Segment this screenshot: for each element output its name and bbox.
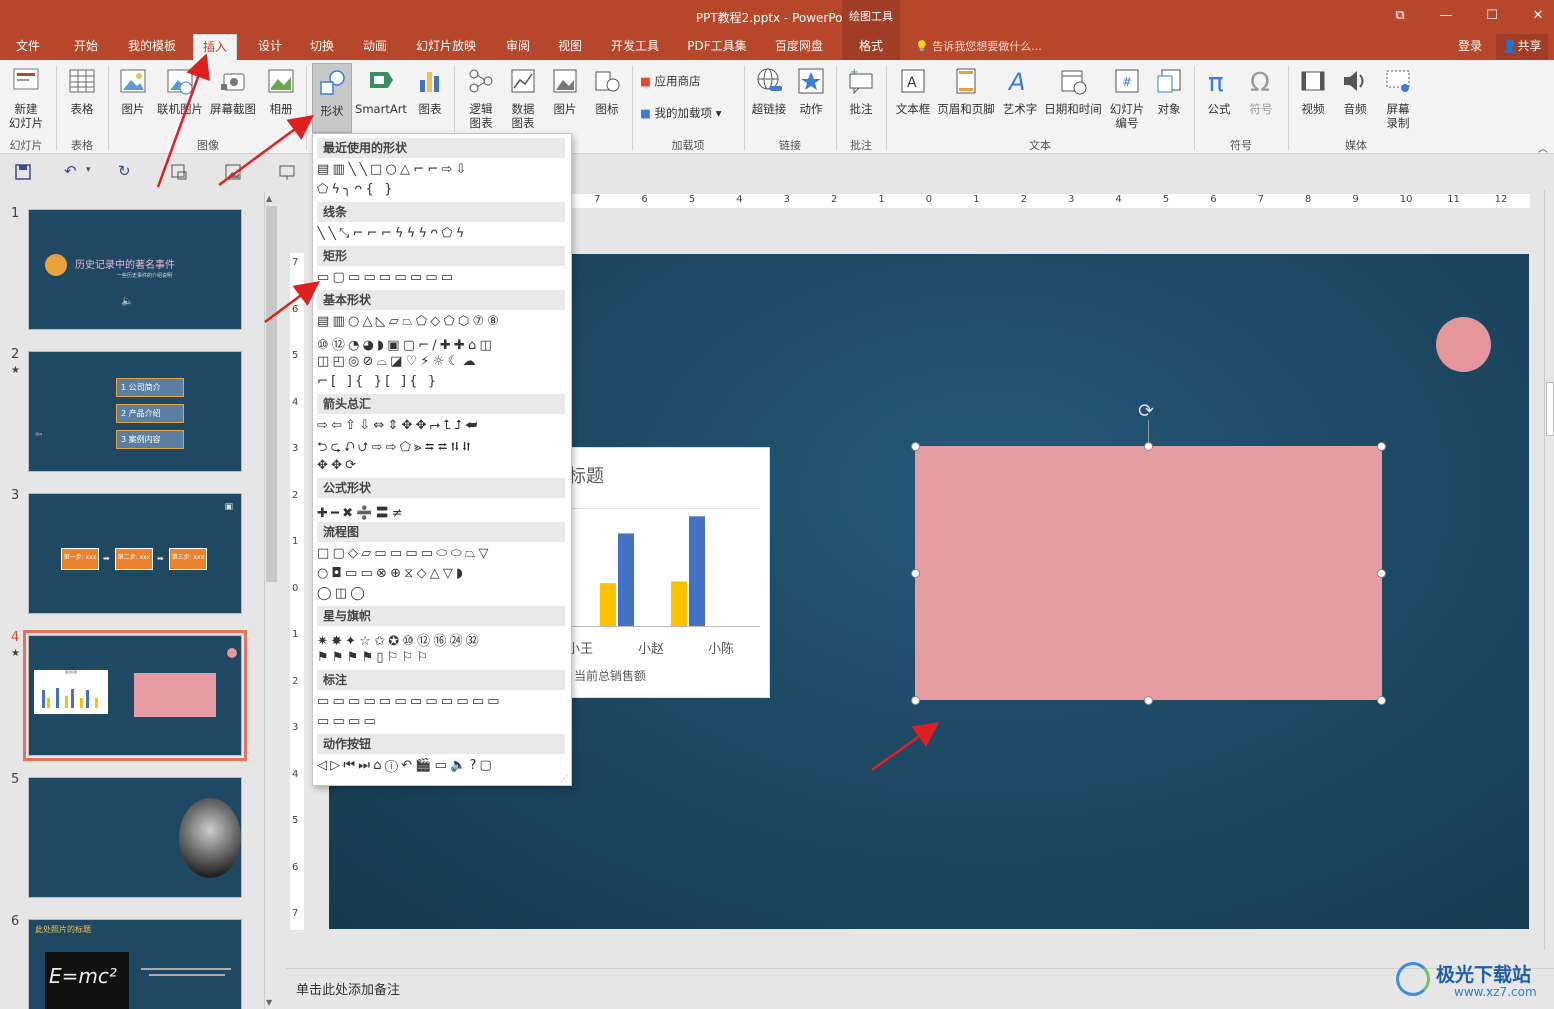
annotation-arrows [156,53,940,772]
